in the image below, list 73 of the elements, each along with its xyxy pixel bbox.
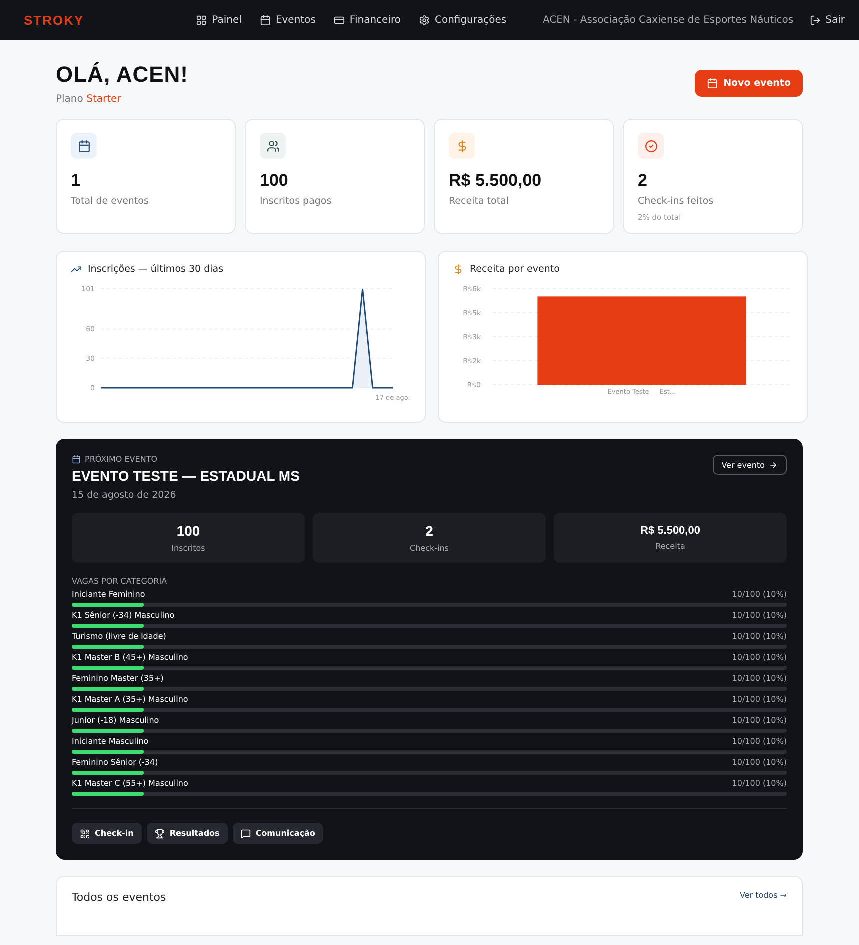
check-circle-icon [644,140,658,152]
event-title: EVENTO TESTE — ESTADUAL MS [72,468,300,484]
category-count: 10/100 (10%) [732,779,787,788]
stat-label: Inscritos pagos [260,196,333,207]
category-count: 10/100 (10%) [732,653,787,662]
category-name: K1 Sênior (-34) Masculino [72,611,175,620]
logout-icon [810,14,821,26]
eyebrow-label: PRÓXIMO EVENTO [85,455,158,464]
dollar-icon [456,140,468,152]
category-name: Junior (-18) Masculino [72,716,160,725]
new-event-button[interactable]: Novo evento [694,70,803,97]
calendar-icon [72,455,81,464]
stat-label: Total de eventos [71,196,150,207]
trophy-icon [154,828,165,838]
view-event-button[interactable]: Ver evento [712,455,787,475]
event-date: 15 de agosto de 2026 [72,490,178,501]
category-count: 10/100 (10%) [732,758,787,767]
category-name: Iniciante Masculino [72,737,149,746]
chart-title: Inscrições — últimos 30 dias [88,264,224,275]
organization-name: ACEN - Associação Caxiense de Esportes Náuticos [542,14,794,26]
users-icon [266,140,280,152]
nav-link[interactable]: Configurações [418,14,507,26]
stat-value: 2 [638,171,648,191]
category-name: Iniciante Feminino [72,590,146,599]
calendar-icon [260,14,271,26]
category-count: 10/100 (10%) [732,716,787,725]
stat-value: 1 [71,171,82,191]
category-count: 10/100 (10%) [732,611,787,620]
category-count: 10/100 (10%) [732,590,787,599]
category-count: 10/100 (10%) [732,632,787,641]
category-count: 10/100 (10%) [732,695,787,704]
stat-value: R$ 5.500,00 [449,171,543,191]
metric-value: 2 [426,523,434,539]
greeting-heading: OLÁ, ACEN! [56,62,189,88]
calendar-icon [706,78,718,89]
action-button[interactable]: Resultados [146,823,228,844]
action-button[interactable]: Check-in [72,823,142,844]
nav-link[interactable]: Eventos [260,14,316,26]
stat-label: Receita total [449,196,510,207]
metric-value: R$ 5.500,00 [640,525,700,537]
metric-label: Receita [656,542,686,551]
action-button[interactable]: Comunicação [232,823,324,844]
grid-icon [196,14,208,26]
metric-label: Check-ins [410,544,449,553]
card-icon [334,14,345,26]
qr-code-icon [80,828,90,838]
category-name: K1 Master C (55+) Masculino [72,779,188,788]
chart-title: Receita por evento [470,264,560,275]
category-name: Turismo (livre de idade) [72,632,166,641]
metric-label: Inscritos [172,544,206,553]
dollar-icon [453,264,464,275]
arrow-right-icon [769,460,778,470]
category-name: K1 Master A (35+) Masculino [72,695,188,704]
stat-value: 100 [260,171,290,191]
plan-text: Plano Starter [56,94,122,105]
nav-link[interactable]: Financeiro [334,14,401,26]
nav-link[interactable]: Painel [196,14,242,26]
category-name: K1 Master B (45+) Masculino [72,653,188,662]
trending-icon [71,264,82,275]
metric-value: 100 [176,523,200,539]
card-title: Todos os eventos [72,891,166,904]
stat-label: Check-ins feitos [638,196,715,207]
category-count: 10/100 (10%) [732,737,787,746]
logout-link[interactable]: Sair [810,14,845,26]
category-name: Feminino Sênior (-34) [72,758,158,767]
calendar-icon [78,140,90,152]
category-name: Feminino Master (35+) [72,674,164,683]
settings-icon [418,14,430,26]
view-all-link[interactable]: Ver todos → [740,891,787,900]
category-count: 10/100 (10%) [732,674,787,683]
logo[interactable]: STROKY [24,12,84,28]
chat-icon [240,828,251,838]
section-label: VAGAS POR CATEGORIA [72,577,168,586]
